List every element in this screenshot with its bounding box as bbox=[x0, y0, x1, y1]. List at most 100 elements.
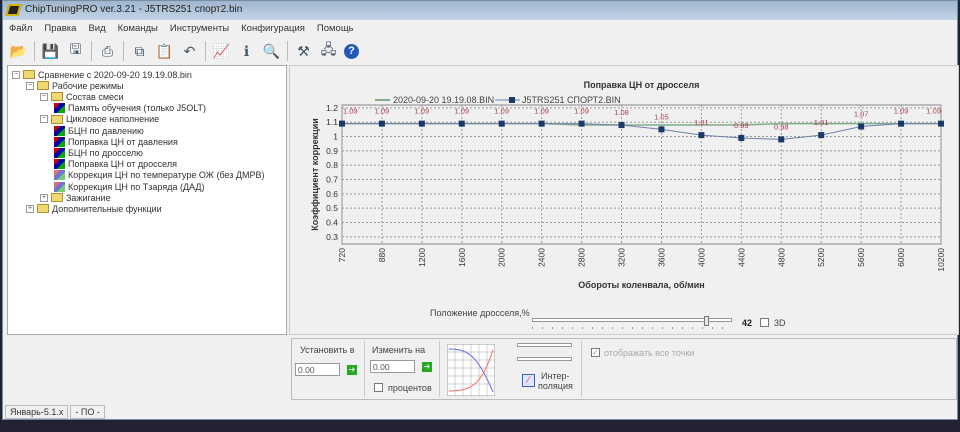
map-icon bbox=[54, 170, 65, 181]
tree-item-label: Зажигание bbox=[66, 192, 111, 203]
collapse-icon[interactable]: − bbox=[40, 92, 48, 101]
menu-2[interactable]: Вид bbox=[82, 21, 111, 36]
save-icon[interactable]: 💾 bbox=[41, 42, 60, 61]
data-point bbox=[738, 134, 745, 141]
folder-icon bbox=[51, 193, 63, 203]
y-tick-label: 0.5 bbox=[326, 203, 338, 213]
tree-item[interactable]: + Дополнительные функции bbox=[26, 203, 162, 214]
data-point bbox=[418, 120, 425, 127]
tree-item[interactable]: + Зажигание bbox=[40, 192, 111, 203]
data-point bbox=[339, 120, 345, 127]
data-label: 1.09 bbox=[894, 107, 909, 116]
tree-item-label: БЦН по давлению bbox=[68, 125, 144, 136]
collapse-icon[interactable]: − bbox=[12, 70, 20, 79]
curve-preview[interactable] bbox=[447, 344, 495, 396]
expand-icon[interactable]: + bbox=[40, 193, 48, 202]
data-label: 1.09 bbox=[375, 107, 390, 116]
x-tick-label: 3200 bbox=[617, 248, 627, 267]
tree-item-label: Коррекция ЦН по температуре ОЖ (без ДМРВ… bbox=[68, 170, 265, 181]
legend-label-current: J5TRS251 СПОРТ2.BIN bbox=[522, 95, 621, 105]
x-tick-label: 1200 bbox=[417, 248, 427, 267]
help-icon[interactable]: ? bbox=[344, 43, 359, 59]
tree-item-label: Коррекция ЦН по Тзаряда (ДАД) bbox=[68, 181, 205, 192]
tree-item-label: Поправка ЦН от дросселя bbox=[68, 159, 177, 170]
interpolation-icon[interactable]: ⁄ bbox=[522, 374, 535, 387]
data-label: 1.09 bbox=[415, 107, 430, 116]
save-as-icon[interactable]: 🖫 bbox=[66, 41, 85, 61]
folder-icon bbox=[51, 114, 63, 124]
x-tick-label: 10200 bbox=[936, 248, 946, 272]
data-label: 1.09 bbox=[494, 107, 509, 116]
tree-item-label: Память обучения (только J5OLT) bbox=[68, 103, 207, 114]
map-icon bbox=[54, 147, 65, 158]
tree-item[interactable]: Поправка ЦН от давления bbox=[54, 136, 178, 147]
window-title: ChipTuningPRO ver.3.21 - J5TRS251 спорт2… bbox=[25, 4, 243, 15]
toolbar: 📂 💾 🖫 ⎙ ⧉ 📋 ↶ 📈 ℹ 🔍 ⚒ 🖧? bbox=[9, 38, 359, 64]
map-icon bbox=[54, 136, 65, 147]
undo-icon[interactable]: ↶ bbox=[180, 42, 199, 61]
tools-icon[interactable]: ⚒ bbox=[294, 42, 313, 61]
show-all-checkbox[interactable]: ✓ bbox=[591, 348, 600, 357]
slider-thumb[interactable] bbox=[704, 316, 709, 326]
open-icon[interactable]: 📂 bbox=[9, 42, 28, 61]
data-point bbox=[938, 120, 944, 127]
x-tick-label: 2000 bbox=[497, 248, 507, 267]
expand-icon[interactable]: + bbox=[26, 204, 34, 213]
y-tick-label: 0.7 bbox=[326, 175, 338, 185]
x-tick-label: 720 bbox=[337, 248, 347, 262]
tree-item[interactable]: − Сравнение с 2020-09-20 19.19.08.bin bbox=[12, 69, 192, 80]
menu-3[interactable]: Команды bbox=[112, 21, 164, 36]
copy-icon[interactable]: ⧉ bbox=[130, 42, 149, 61]
percent-checkbox[interactable] bbox=[374, 383, 383, 392]
change-value-input[interactable]: 0.00 bbox=[370, 360, 415, 373]
data-label: 0.99 bbox=[734, 121, 749, 130]
menu-4[interactable]: Инструменты bbox=[164, 21, 235, 36]
legend-marker-current bbox=[509, 97, 515, 103]
tree-item[interactable]: Поправка ЦН от дросселя bbox=[54, 159, 177, 170]
data-label: 1.09 bbox=[534, 107, 549, 116]
tree-item-label: Цикловое наполнение bbox=[66, 114, 160, 125]
menu-0[interactable]: Файл bbox=[3, 21, 38, 36]
tree-item-label: Дополнительные функции bbox=[52, 203, 162, 214]
tree-item[interactable]: Коррекция ЦН по Тзаряда (ДАД) bbox=[54, 181, 204, 192]
network-icon[interactable]: 🖧 bbox=[319, 41, 338, 61]
print-icon[interactable]: ⎙ bbox=[98, 42, 117, 61]
apply-change-button[interactable]: ➔ bbox=[422, 362, 432, 372]
search-icon[interactable]: 🔍 bbox=[262, 42, 281, 61]
legend-label-reference: 2020-09-20 19.19.08.BIN bbox=[393, 95, 494, 105]
tree-item[interactable]: − Цикловое наполнение bbox=[40, 114, 159, 125]
tree-item[interactable]: Память обучения (только J5OLT) bbox=[54, 103, 206, 114]
chart-icon[interactable]: 📈 bbox=[212, 42, 231, 61]
menu-1[interactable]: Правка bbox=[38, 21, 82, 36]
menu-6[interactable]: Помощь bbox=[311, 21, 360, 36]
collapse-icon[interactable]: − bbox=[26, 81, 34, 90]
interp-slider-1[interactable] bbox=[517, 343, 572, 347]
data-point bbox=[458, 120, 465, 127]
menu-5[interactable]: Конфигурация bbox=[235, 21, 311, 36]
x-tick-label: 4800 bbox=[776, 248, 786, 267]
data-label: 1.05 bbox=[654, 112, 669, 121]
tree-item[interactable]: БЦН по давлению bbox=[54, 125, 144, 136]
set-value-input[interactable]: 0.00 bbox=[295, 363, 340, 376]
collapse-icon[interactable]: − bbox=[40, 115, 48, 124]
paste-icon[interactable]: 📋 bbox=[155, 42, 174, 61]
3d-checkbox[interactable] bbox=[760, 318, 769, 327]
throttle-slider[interactable] bbox=[532, 316, 732, 330]
apply-set-button[interactable]: ➔ bbox=[347, 365, 357, 375]
throttle-value: 42 bbox=[742, 318, 753, 328]
3d-label: 3D bbox=[774, 318, 786, 328]
x-tick-label: 880 bbox=[377, 248, 387, 262]
folder-icon bbox=[37, 204, 49, 214]
x-tick-label: 2800 bbox=[577, 248, 587, 267]
tree-item[interactable]: БЦН по дросселю bbox=[54, 147, 143, 158]
info-icon[interactable]: ℹ bbox=[237, 42, 256, 61]
tree-item[interactable]: − Рабочие режимы bbox=[26, 80, 124, 91]
tree-view[interactable]: − Сравнение с 2020-09-20 19.19.08.bin − Раб… bbox=[7, 65, 287, 335]
tree-item[interactable]: − Состав смеси bbox=[40, 91, 124, 102]
interp-slider-2[interactable] bbox=[517, 357, 572, 361]
tree-item[interactable]: Коррекция ЦН по температуре ОЖ (без ДМРВ… bbox=[54, 170, 265, 181]
y-tick-label: 1.2 bbox=[326, 103, 338, 113]
status-software: - ПО - bbox=[70, 405, 105, 419]
toolbar-separator bbox=[91, 41, 92, 61]
app-window: ChipTuningPRO ver.3.21 - J5TRS251 спорт2… bbox=[2, 0, 959, 420]
